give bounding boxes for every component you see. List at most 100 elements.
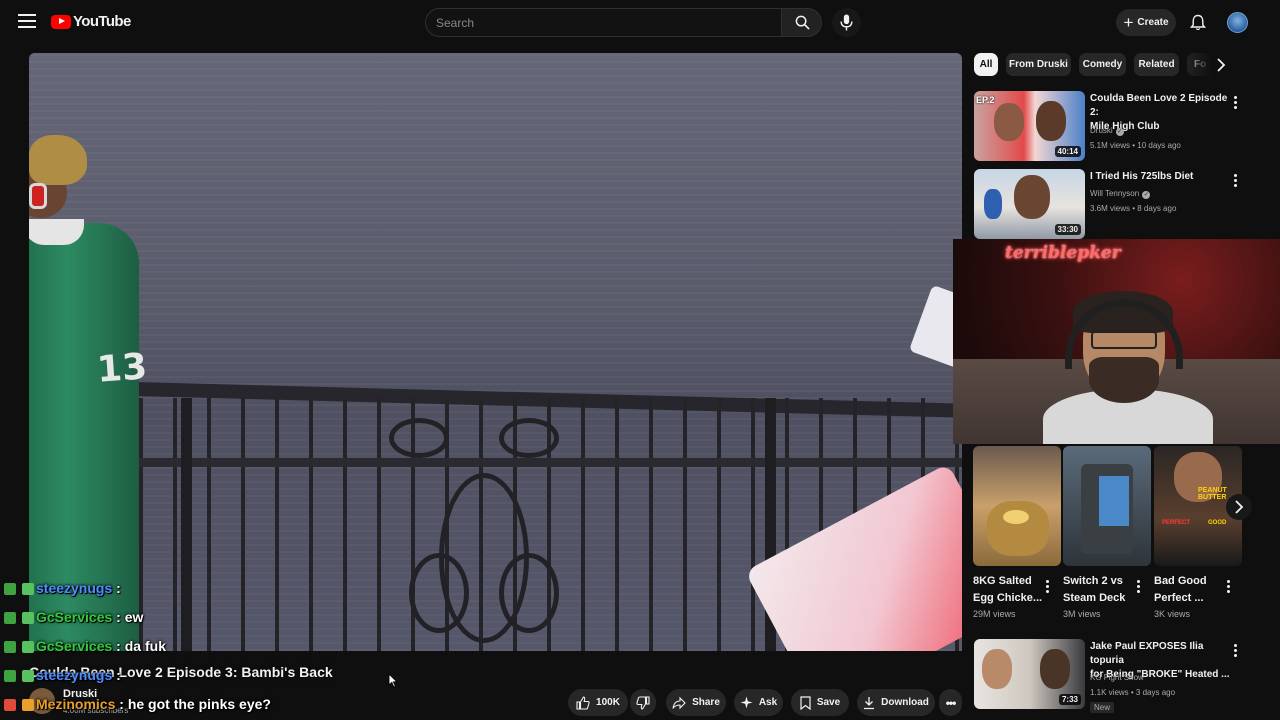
short-thumbnail-text: PERFECT (1162, 520, 1191, 526)
streamer-webcam-overlay: terriblepker (953, 239, 1280, 444)
notifications-bell-icon[interactable] (1190, 14, 1206, 31)
chat-badge-icon (4, 612, 16, 624)
share-button[interactable]: Share (666, 689, 726, 716)
chat-separator: : (112, 638, 125, 654)
video-duration: 33:30 (1054, 224, 1081, 235)
create-label: Create (1137, 17, 1169, 28)
more-options-icon[interactable] (1234, 96, 1238, 111)
more-actions-button[interactable]: ••• (939, 689, 962, 716)
video-duration: 7:33 (1058, 694, 1081, 705)
video-frame-scroll (499, 553, 559, 633)
youtube-logo[interactable]: YouTube (51, 13, 131, 30)
voice-search-button[interactable] (832, 8, 861, 37)
more-horizontal-icon: ••• (945, 695, 957, 710)
download-icon (864, 696, 875, 709)
chat-badge-icon (4, 670, 16, 682)
rec-title-line: I Tried His 725lbs Diet (1090, 171, 1194, 182)
menu-icon[interactable] (18, 14, 36, 28)
chat-username: steezynugs (36, 667, 113, 683)
short-views: 3K views (1154, 609, 1191, 619)
shorts-next-button[interactable] (1226, 494, 1252, 520)
search-button[interactable] (781, 8, 822, 37)
chat-separator: : (112, 609, 125, 625)
short-thumbnail-text: GOOD (1208, 520, 1227, 526)
save-button[interactable]: Save (791, 689, 849, 716)
video-frame-scroll (389, 418, 449, 458)
thumbs-down-icon (636, 695, 650, 710)
chat-username: GcServices (36, 609, 113, 625)
short-title[interactable]: Switch 2 vs Steam Deck (1063, 573, 1125, 607)
rec-channel[interactable]: Druski (1090, 126, 1113, 135)
more-options-icon[interactable] (1227, 580, 1231, 595)
short-thumbnail[interactable] (1063, 446, 1151, 566)
chip-from-druski[interactable]: From Druski (1006, 53, 1071, 76)
rec-title-line: Coulda Been Love 2 Episode 2: (1090, 93, 1228, 118)
chat-badge-icon (22, 670, 34, 682)
rec-meta: Druski ✓ 5.1M views • 10 days ago (1090, 123, 1181, 153)
create-button[interactable]: + Create (1116, 9, 1176, 36)
short-title[interactable]: Bad Good Perfect ... (1154, 573, 1207, 607)
chat-badge-icon (22, 583, 34, 595)
short-views: 3M views (1063, 609, 1101, 619)
account-avatar[interactable] (1227, 12, 1248, 33)
more-options-icon[interactable] (1234, 174, 1238, 189)
download-label: Download (881, 697, 929, 708)
rec-title[interactable]: I Tried His 725lbs Diet (1090, 170, 1230, 184)
more-options-icon[interactable] (1137, 580, 1141, 595)
rec-channel[interactable]: Will Tennyson (1090, 189, 1139, 198)
rec-channel[interactable]: KG Fight Show (1090, 670, 1175, 685)
top-bar: YouTube Search + Create (0, 0, 1280, 46)
search-input[interactable]: Search (425, 8, 782, 37)
chat-badge-icon (22, 641, 34, 653)
video-frame-scroll (499, 418, 559, 458)
more-options-icon[interactable] (1234, 644, 1238, 659)
short-title-line: Perfect ... (1154, 592, 1204, 604)
chat-text: ew (124, 609, 144, 625)
chevron-right-icon[interactable] (1215, 58, 1227, 72)
more-options-icon[interactable] (1046, 580, 1050, 595)
short-title[interactable]: 8KG Salted Egg Chicke... (973, 573, 1042, 607)
rec-stats: 1.1K views • 3 days ago (1090, 688, 1176, 697)
chat-message: Mezinomics : he got the pinks eye? (4, 696, 384, 720)
rec-thumbnail[interactable]: EP.2 40:14 (974, 91, 1085, 161)
chat-message: steezynugs : (4, 580, 384, 609)
chat-message: GcServices : da fuk (4, 638, 384, 667)
chat-separator: : (112, 580, 121, 596)
chip-all[interactable]: All (974, 53, 998, 76)
bookmark-icon (800, 695, 811, 710)
plus-icon: + (1123, 12, 1134, 32)
rec-thumbnail[interactable]: 33:30 (974, 169, 1085, 239)
chip-comedy[interactable]: Comedy (1079, 53, 1126, 76)
ask-label: Ask (758, 697, 778, 708)
share-icon (672, 696, 686, 709)
neon-sign-text: terriblepker (1005, 243, 1121, 263)
microphone-icon (840, 14, 853, 31)
video-player[interactable]: 13 (29, 53, 962, 651)
new-badge: New (1090, 702, 1115, 713)
chat-text: he got the pinks eye? (127, 696, 271, 712)
dislike-button[interactable] (630, 689, 656, 716)
thumbnail-label: EP.2 (976, 95, 995, 105)
chip-related[interactable]: Related (1134, 53, 1179, 76)
rec-meta: KG Fight Show 1.1K views • 3 days ago (1090, 670, 1175, 700)
short-title-line: Steam Deck (1063, 592, 1126, 604)
search-icon (795, 15, 810, 30)
stream-chat-overlay: steezynugs : GcServices : ew GcServices … (4, 580, 384, 720)
like-button[interactable]: 100K (568, 689, 628, 716)
share-label: Share (692, 697, 720, 708)
chat-username: GcServices (36, 638, 113, 654)
chat-badge-icon (4, 699, 16, 711)
rec-title-line: Jake Paul EXPOSES Ilia topuria (1090, 641, 1204, 666)
rec-thumbnail[interactable]: 7:33 (974, 639, 1085, 709)
chat-badge-icon (4, 641, 16, 653)
chat-message: GcServices : ew (4, 609, 384, 638)
chat-username: steezynugs (36, 580, 113, 596)
sparkle-icon (740, 696, 753, 709)
short-views: 29M views (973, 609, 1016, 619)
ask-button[interactable]: Ask (734, 689, 783, 716)
chat-badge-icon (22, 612, 34, 624)
download-button[interactable]: Download (857, 689, 935, 716)
short-thumbnail[interactable] (973, 446, 1061, 566)
verified-icon: ✓ (1115, 128, 1124, 136)
mouse-cursor-icon (388, 673, 398, 688)
